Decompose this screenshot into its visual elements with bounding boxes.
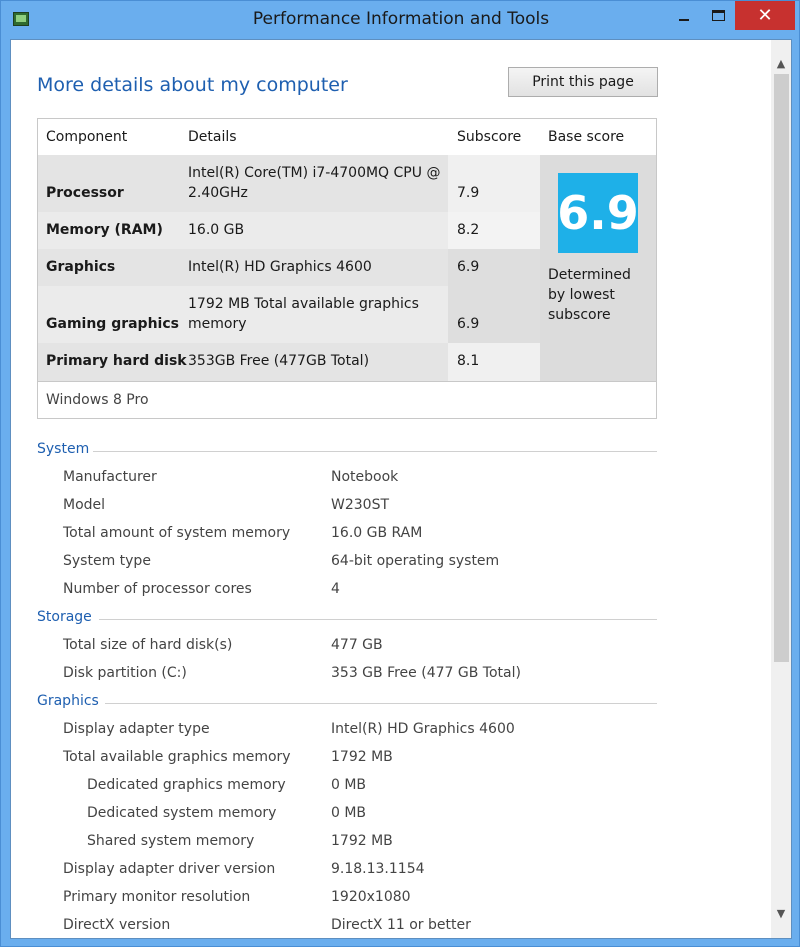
subscore: 8.1 — [457, 353, 480, 369]
window: Performance Information and Tools ✕ More… — [0, 0, 800, 947]
windows-edition: Windows 8 Pro — [38, 381, 656, 419]
component-details: 353GB Free (477GB Total) — [188, 353, 370, 369]
header-base-score: Base score — [548, 129, 625, 145]
info-label: Total size of hard disk(s) — [63, 637, 233, 653]
subscore: 6.9 — [457, 316, 480, 332]
component-name: Gaming graphics — [46, 316, 179, 332]
component-name: Graphics — [46, 259, 116, 275]
info-label: Dedicated graphics memory — [87, 777, 286, 793]
section-title-system: System — [37, 441, 90, 457]
component-name: Primary hard disk — [46, 353, 187, 369]
info-value: Notebook — [331, 469, 399, 485]
subscore: 8.2 — [457, 222, 480, 238]
header-details: Details — [188, 129, 237, 145]
component-details: Intel(R) HD Graphics 4600 — [188, 259, 372, 275]
section-divider — [105, 703, 657, 704]
close-button[interactable]: ✕ — [735, 1, 795, 30]
section-title-storage: Storage — [37, 609, 92, 625]
info-value: 9.18.13.1154 — [331, 861, 425, 877]
info-value: 1792 MB — [331, 749, 393, 765]
scrollbar-thumb[interactable] — [774, 74, 789, 662]
info-value: 0 MB — [331, 777, 367, 793]
component-details: Intel(R) Core(TM) i7-4700MQ CPU @ 2.40GH… — [188, 165, 441, 201]
subscore: 6.9 — [457, 259, 480, 275]
header-subscore: Subscore — [457, 129, 522, 145]
base-score-tile: 6.9 — [557, 173, 639, 253]
info-label: Primary monitor resolution — [63, 889, 251, 905]
info-label: Display adapter driver version — [63, 861, 276, 877]
close-icon: ✕ — [757, 5, 773, 26]
maximize-button[interactable] — [701, 1, 735, 30]
content-area: More details about my computer Print thi… — [10, 39, 792, 939]
info-value: W230ST — [331, 497, 390, 513]
info-value: 64-bit operating system — [331, 553, 500, 569]
scroll-up-icon[interactable]: ▲ — [771, 54, 791, 74]
info-value: 1792 MB — [331, 833, 393, 849]
title-bar[interactable]: Performance Information and Tools ✕ — [1, 1, 800, 39]
table-row: Primary hard disk 353GB Free (477GB Tota… — [38, 343, 540, 381]
section-divider — [99, 619, 657, 620]
base-score-panel: 6.9 Determined by lowest subscore — [540, 155, 656, 381]
minimize-button[interactable] — [667, 1, 701, 30]
info-value: 16.0 GB RAM — [331, 525, 423, 541]
component-name: Processor — [46, 185, 124, 201]
table-row: Processor Intel(R) Core(TM) i7-4700MQ CP… — [38, 155, 540, 212]
info-label: Model — [63, 497, 106, 513]
info-value: Intel(R) HD Graphics 4600 — [331, 721, 515, 737]
component-name: Memory (RAM) — [46, 222, 163, 238]
info-label: Shared system memory — [87, 833, 255, 849]
score-table: Component Details Subscore Base score Pr… — [37, 118, 657, 419]
minimize-icon — [679, 18, 689, 21]
info-label: Total available graphics memory — [63, 749, 291, 765]
component-details: 1792 MB Total available graphics memory — [188, 296, 419, 332]
info-value: 353 GB Free (477 GB Total) — [331, 665, 521, 681]
info-value: 477 GB — [331, 637, 383, 653]
component-details: 16.0 GB — [188, 222, 245, 238]
info-label: Total amount of system memory — [63, 525, 291, 541]
table-row: Graphics Intel(R) HD Graphics 4600 6.9 — [38, 249, 540, 286]
subscore: 7.9 — [457, 185, 480, 201]
info-value: 4 — [331, 581, 340, 597]
info-value: 0 MB — [331, 805, 367, 821]
info-label: Number of processor cores — [63, 581, 252, 597]
base-score-note: Determined by lowest subscore — [548, 267, 631, 323]
print-button[interactable]: Print this page — [508, 67, 658, 97]
scroll-down-icon[interactable]: ▼ — [771, 904, 791, 924]
info-label: Display adapter type — [63, 721, 210, 737]
table-row: Memory (RAM) 16.0 GB 8.2 — [38, 212, 540, 249]
vertical-scrollbar[interactable]: ▲ ▼ — [771, 40, 791, 938]
info-value: DirectX 11 or better — [331, 917, 471, 933]
info-label: Manufacturer — [63, 469, 157, 485]
header-component: Component — [46, 129, 128, 145]
info-value: 1920x1080 — [331, 889, 411, 905]
info-label: Dedicated system memory — [87, 805, 277, 821]
section-title-graphics: Graphics — [37, 693, 99, 709]
page-title: More details about my computer — [37, 74, 348, 96]
section-divider — [93, 451, 657, 452]
table-row: Gaming graphics 1792 MB Total available … — [38, 286, 540, 343]
info-label: System type — [63, 553, 151, 569]
info-label: DirectX version — [63, 917, 171, 933]
info-label: Disk partition (C:) — [63, 665, 187, 681]
maximize-icon — [711, 10, 725, 21]
